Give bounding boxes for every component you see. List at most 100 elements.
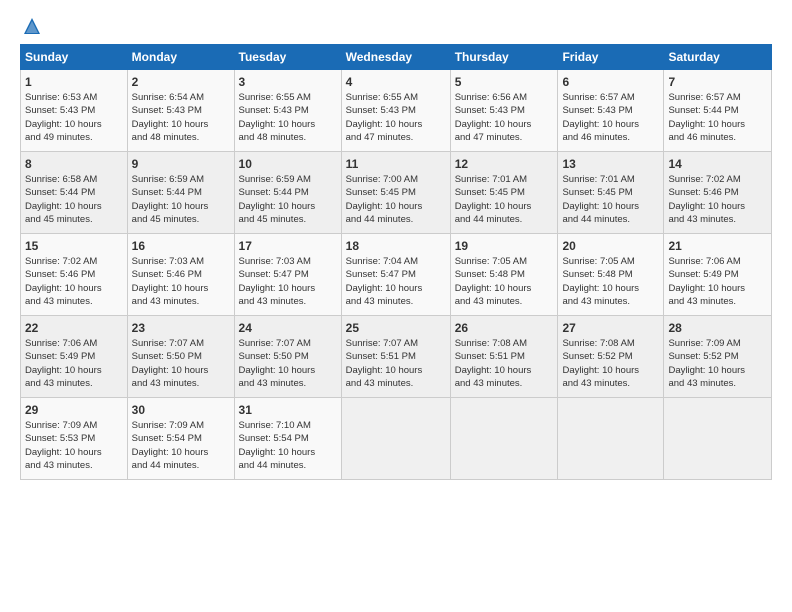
day-cell: 26Sunrise: 7:08 AM Sunset: 5:51 PM Dayli… [450, 316, 558, 398]
calendar-table: SundayMondayTuesdayWednesdayThursdayFrid… [20, 44, 772, 480]
weekday-sunday: Sunday [21, 45, 128, 70]
day-cell: 25Sunrise: 7:07 AM Sunset: 5:51 PM Dayli… [341, 316, 450, 398]
day-info: Sunrise: 7:05 AM Sunset: 5:48 PM Dayligh… [562, 255, 659, 308]
day-cell: 5Sunrise: 6:56 AM Sunset: 5:43 PM Daylig… [450, 70, 558, 152]
day-info: Sunrise: 6:59 AM Sunset: 5:44 PM Dayligh… [132, 173, 230, 226]
day-info: Sunrise: 7:01 AM Sunset: 5:45 PM Dayligh… [562, 173, 659, 226]
day-info: Sunrise: 7:10 AM Sunset: 5:54 PM Dayligh… [239, 419, 337, 472]
day-cell: 23Sunrise: 7:07 AM Sunset: 5:50 PM Dayli… [127, 316, 234, 398]
day-number: 24 [239, 320, 337, 336]
day-number: 28 [668, 320, 767, 336]
day-cell: 27Sunrise: 7:08 AM Sunset: 5:52 PM Dayli… [558, 316, 664, 398]
day-cell: 7Sunrise: 6:57 AM Sunset: 5:44 PM Daylig… [664, 70, 772, 152]
day-cell: 2Sunrise: 6:54 AM Sunset: 5:43 PM Daylig… [127, 70, 234, 152]
day-cell: 31Sunrise: 7:10 AM Sunset: 5:54 PM Dayli… [234, 398, 341, 480]
day-cell: 3Sunrise: 6:55 AM Sunset: 5:43 PM Daylig… [234, 70, 341, 152]
week-row-3: 15Sunrise: 7:02 AM Sunset: 5:46 PM Dayli… [21, 234, 772, 316]
day-info: Sunrise: 7:06 AM Sunset: 5:49 PM Dayligh… [668, 255, 767, 308]
day-number: 1 [25, 74, 123, 90]
day-cell: 10Sunrise: 6:59 AM Sunset: 5:44 PM Dayli… [234, 152, 341, 234]
day-cell: 21Sunrise: 7:06 AM Sunset: 5:49 PM Dayli… [664, 234, 772, 316]
day-number: 29 [25, 402, 123, 418]
day-number: 13 [562, 156, 659, 172]
day-number: 5 [455, 74, 554, 90]
day-number: 11 [346, 156, 446, 172]
day-number: 3 [239, 74, 337, 90]
weekday-thursday: Thursday [450, 45, 558, 70]
day-info: Sunrise: 6:53 AM Sunset: 5:43 PM Dayligh… [25, 91, 123, 144]
day-info: Sunrise: 7:05 AM Sunset: 5:48 PM Dayligh… [455, 255, 554, 308]
day-info: Sunrise: 7:09 AM Sunset: 5:54 PM Dayligh… [132, 419, 230, 472]
day-info: Sunrise: 7:06 AM Sunset: 5:49 PM Dayligh… [25, 337, 123, 390]
day-cell: 18Sunrise: 7:04 AM Sunset: 5:47 PM Dayli… [341, 234, 450, 316]
day-cell: 24Sunrise: 7:07 AM Sunset: 5:50 PM Dayli… [234, 316, 341, 398]
day-cell: 20Sunrise: 7:05 AM Sunset: 5:48 PM Dayli… [558, 234, 664, 316]
day-number: 12 [455, 156, 554, 172]
day-number: 31 [239, 402, 337, 418]
day-number: 9 [132, 156, 230, 172]
day-cell [450, 398, 558, 480]
day-number: 4 [346, 74, 446, 90]
day-number: 25 [346, 320, 446, 336]
header [20, 16, 772, 36]
weekday-saturday: Saturday [664, 45, 772, 70]
day-info: Sunrise: 7:01 AM Sunset: 5:45 PM Dayligh… [455, 173, 554, 226]
logo-icon [22, 16, 42, 36]
day-number: 14 [668, 156, 767, 172]
day-number: 6 [562, 74, 659, 90]
day-number: 15 [25, 238, 123, 254]
day-number: 8 [25, 156, 123, 172]
day-number: 17 [239, 238, 337, 254]
day-info: Sunrise: 7:02 AM Sunset: 5:46 PM Dayligh… [25, 255, 123, 308]
day-info: Sunrise: 7:04 AM Sunset: 5:47 PM Dayligh… [346, 255, 446, 308]
day-info: Sunrise: 7:03 AM Sunset: 5:47 PM Dayligh… [239, 255, 337, 308]
weekday-wednesday: Wednesday [341, 45, 450, 70]
day-info: Sunrise: 6:57 AM Sunset: 5:43 PM Dayligh… [562, 91, 659, 144]
day-info: Sunrise: 7:07 AM Sunset: 5:50 PM Dayligh… [132, 337, 230, 390]
weekday-monday: Monday [127, 45, 234, 70]
day-number: 16 [132, 238, 230, 254]
day-number: 10 [239, 156, 337, 172]
day-number: 26 [455, 320, 554, 336]
day-cell: 9Sunrise: 6:59 AM Sunset: 5:44 PM Daylig… [127, 152, 234, 234]
day-cell: 12Sunrise: 7:01 AM Sunset: 5:45 PM Dayli… [450, 152, 558, 234]
day-cell: 30Sunrise: 7:09 AM Sunset: 5:54 PM Dayli… [127, 398, 234, 480]
day-cell: 16Sunrise: 7:03 AM Sunset: 5:46 PM Dayli… [127, 234, 234, 316]
weekday-header-row: SundayMondayTuesdayWednesdayThursdayFrid… [21, 45, 772, 70]
day-info: Sunrise: 7:07 AM Sunset: 5:51 PM Dayligh… [346, 337, 446, 390]
day-cell: 29Sunrise: 7:09 AM Sunset: 5:53 PM Dayli… [21, 398, 128, 480]
day-number: 2 [132, 74, 230, 90]
day-cell: 8Sunrise: 6:58 AM Sunset: 5:44 PM Daylig… [21, 152, 128, 234]
day-number: 30 [132, 402, 230, 418]
day-info: Sunrise: 6:55 AM Sunset: 5:43 PM Dayligh… [239, 91, 337, 144]
day-number: 22 [25, 320, 123, 336]
day-info: Sunrise: 7:02 AM Sunset: 5:46 PM Dayligh… [668, 173, 767, 226]
day-info: Sunrise: 7:07 AM Sunset: 5:50 PM Dayligh… [239, 337, 337, 390]
weekday-tuesday: Tuesday [234, 45, 341, 70]
day-number: 27 [562, 320, 659, 336]
day-cell: 6Sunrise: 6:57 AM Sunset: 5:43 PM Daylig… [558, 70, 664, 152]
day-info: Sunrise: 6:56 AM Sunset: 5:43 PM Dayligh… [455, 91, 554, 144]
day-number: 21 [668, 238, 767, 254]
logo [20, 16, 42, 36]
day-info: Sunrise: 7:09 AM Sunset: 5:53 PM Dayligh… [25, 419, 123, 472]
day-cell [558, 398, 664, 480]
day-cell: 17Sunrise: 7:03 AM Sunset: 5:47 PM Dayli… [234, 234, 341, 316]
day-cell: 22Sunrise: 7:06 AM Sunset: 5:49 PM Dayli… [21, 316, 128, 398]
day-number: 23 [132, 320, 230, 336]
week-row-2: 8Sunrise: 6:58 AM Sunset: 5:44 PM Daylig… [21, 152, 772, 234]
day-info: Sunrise: 6:55 AM Sunset: 5:43 PM Dayligh… [346, 91, 446, 144]
day-info: Sunrise: 6:59 AM Sunset: 5:44 PM Dayligh… [239, 173, 337, 226]
day-info: Sunrise: 7:09 AM Sunset: 5:52 PM Dayligh… [668, 337, 767, 390]
day-number: 18 [346, 238, 446, 254]
day-info: Sunrise: 6:54 AM Sunset: 5:43 PM Dayligh… [132, 91, 230, 144]
day-number: 7 [668, 74, 767, 90]
day-cell: 4Sunrise: 6:55 AM Sunset: 5:43 PM Daylig… [341, 70, 450, 152]
day-info: Sunrise: 7:00 AM Sunset: 5:45 PM Dayligh… [346, 173, 446, 226]
calendar-container: SundayMondayTuesdayWednesdayThursdayFrid… [0, 0, 792, 612]
day-cell: 14Sunrise: 7:02 AM Sunset: 5:46 PM Dayli… [664, 152, 772, 234]
day-cell: 19Sunrise: 7:05 AM Sunset: 5:48 PM Dayli… [450, 234, 558, 316]
day-info: Sunrise: 6:57 AM Sunset: 5:44 PM Dayligh… [668, 91, 767, 144]
week-row-1: 1Sunrise: 6:53 AM Sunset: 5:43 PM Daylig… [21, 70, 772, 152]
day-number: 20 [562, 238, 659, 254]
